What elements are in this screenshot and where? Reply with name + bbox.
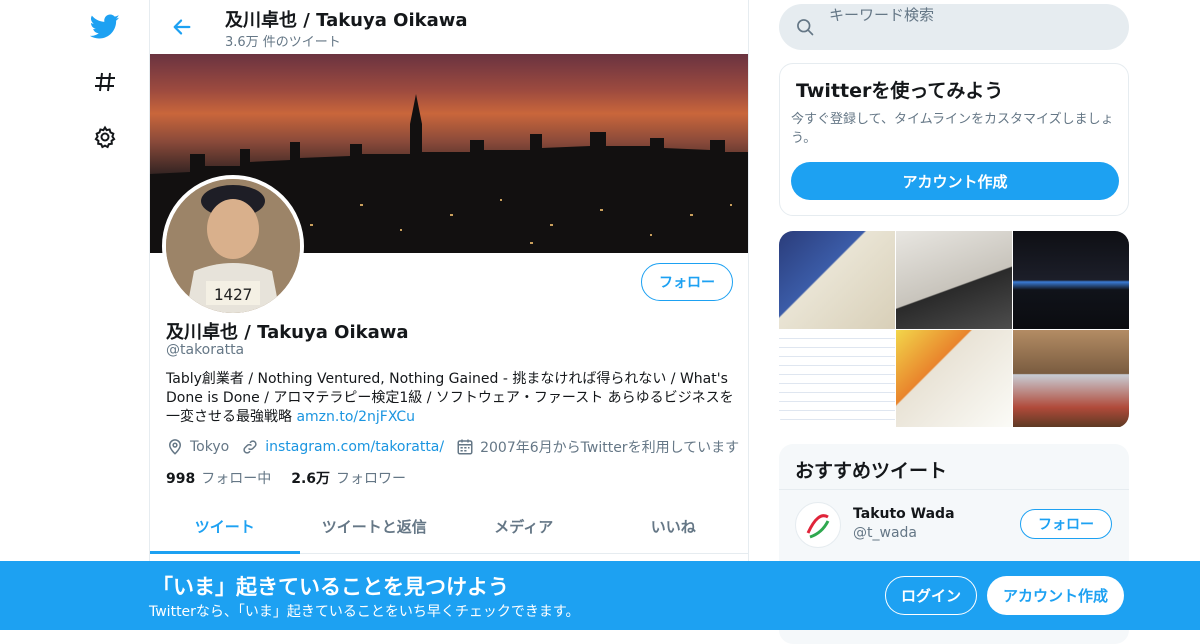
followers-number: 2.6万 — [291, 471, 331, 487]
joined-item: 2007年6月からTwitterを利用しています — [456, 437, 739, 457]
recommended-user-avatar[interactable] — [795, 502, 841, 548]
svg-text:1427: 1427 — [214, 285, 253, 304]
tab-likes[interactable]: いいね — [599, 500, 749, 553]
media-thumbnail-bicycle[interactable] — [1013, 330, 1129, 427]
tab-tweets-and-replies[interactable]: ツイートと返信 — [300, 500, 450, 553]
create-account-button[interactable]: アカウント作成 — [791, 162, 1119, 200]
calendar-icon — [456, 438, 474, 456]
website-link[interactable]: instagram.com/takoratta/ — [265, 439, 444, 455]
main-column: 及川卓也 / Takuya Oikawa 3.6万 件のツイート 1427 フォ… — [149, 0, 749, 630]
bio-text: Tably創業者 / Nothing Ventured, Nothing Gai… — [166, 371, 734, 425]
profile-name: 及川卓也 / Takuya Oikawa — [166, 322, 409, 343]
signup-card-description: 今すぐ登録して、タイムラインをカスタマイズしましょう。 — [791, 112, 1114, 146]
signup-button[interactable]: アカウント作成 — [987, 576, 1124, 615]
divider — [779, 489, 1129, 490]
avatar-portrait-graphic: 1427 — [166, 179, 300, 313]
followers-count[interactable]: 2.6万 フォロワー — [291, 468, 406, 488]
location-item: Tokyo — [166, 438, 229, 456]
recommended-user-handle: @t_wada — [853, 525, 917, 541]
bio-link[interactable]: amzn.to/2njFXCu — [296, 409, 415, 425]
media-thumbnail-book-cover[interactable] — [779, 231, 895, 329]
back-arrow-icon[interactable] — [168, 13, 196, 41]
profile-meta: Tokyo instagram.com/takoratta/ 2007年6月から… — [166, 437, 748, 457]
location-pin-icon — [166, 438, 184, 456]
media-grid — [779, 231, 1129, 428]
search-placeholder: キーワード検索 — [829, 6, 935, 24]
swirl-logo-icon — [806, 514, 830, 539]
header-tweet-count: 3.6万 件のツイート — [225, 35, 341, 50]
profile-bio: Tably創業者 / Nothing Ventured, Nothing Gai… — [166, 370, 738, 427]
following-count[interactable]: 998 フォロー中 — [166, 468, 271, 488]
following-number: 998 — [166, 471, 196, 487]
bottom-signup-banner: 「いま」起きていることを見つけよう Twitterなら、「いま」起きていることを… — [0, 561, 1200, 630]
left-navigation — [60, 0, 150, 630]
twitter-bird-icon[interactable] — [88, 10, 122, 44]
link-icon — [241, 438, 259, 456]
recommended-user-name[interactable]: Takuto Wada — [853, 506, 955, 522]
signup-card-title: Twitterを使ってみよう — [796, 80, 1004, 102]
profile-header-bar: 及川卓也 / Takuya Oikawa 3.6万 件のツイート — [150, 0, 748, 54]
media-thumbnail-product-box[interactable] — [1013, 231, 1129, 329]
signup-card: Twitterを使ってみよう 今すぐ登録して、タイムラインをカスタマイズしましょ… — [779, 63, 1129, 216]
follow-button[interactable]: フォロー — [641, 263, 733, 301]
profile-tabs: ツイート ツイートと返信 メディア いいね — [150, 500, 748, 554]
banner-title: 「いま」起きていることを見つけよう — [152, 575, 509, 599]
hashtag-icon[interactable] — [88, 65, 122, 99]
joined-text: 2007年6月からTwitterを利用しています — [480, 440, 740, 456]
media-thumbnail-document-list[interactable] — [779, 330, 895, 427]
recommended-title: おすすめツイート — [795, 460, 948, 482]
location-text: Tokyo — [190, 439, 230, 455]
login-button[interactable]: ログイン — [885, 576, 977, 615]
header-profile-name: 及川卓也 / Takuya Oikawa — [225, 10, 468, 31]
website-item: instagram.com/takoratta/ — [241, 438, 444, 456]
profile-avatar[interactable]: 1427 — [162, 175, 304, 317]
follow-counts: 998 フォロー中 2.6万 フォロワー — [166, 468, 426, 488]
banner-subtitle: Twitterなら、「いま」起きていることをいち早くチェックできます。 — [149, 604, 580, 620]
settings-gear-icon[interactable] — [88, 120, 122, 154]
tab-tweets[interactable]: ツイート — [150, 500, 300, 554]
media-thumbnail-shaver[interactable] — [896, 231, 1012, 329]
profile-handle: @takoratta — [166, 342, 245, 358]
search-box[interactable]: キーワード検索 — [779, 4, 1129, 50]
media-thumbnail-books-signature[interactable] — [896, 330, 1012, 427]
followers-label: フォロワー — [336, 471, 407, 487]
recommended-follow-button[interactable]: フォロー — [1020, 509, 1112, 539]
following-label: フォロー中 — [201, 471, 272, 487]
tab-media[interactable]: メディア — [449, 500, 599, 553]
search-icon — [795, 17, 815, 37]
